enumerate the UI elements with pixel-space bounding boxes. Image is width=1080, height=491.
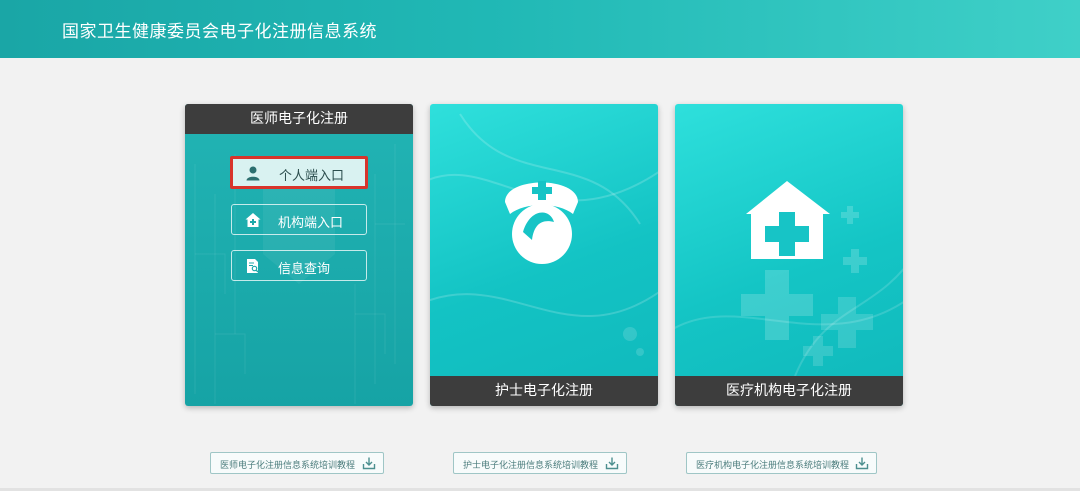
nurse-card-title: 护士电子化注册 [430,376,658,406]
doctor-tutorial-download-button[interactable]: 医师电子化注册信息系统培训教程 [210,452,384,474]
doctor-card-title: 医师电子化注册 [185,104,413,134]
personal-entry-button[interactable]: 个人端入口 [230,156,368,189]
info-query-label: 信息查询 [278,262,331,277]
institution-tutorial-label: 医疗机构电子化注册信息系统培训教程 [696,461,850,471]
info-query-button[interactable]: 信息查询 [231,250,367,281]
app-header: 国家卫生健康委员会电子化注册信息系统 [0,0,1080,58]
person-icon [246,166,260,181]
download-icon [855,457,869,470]
nurse-illustration [430,113,658,356]
house-icon [245,213,261,227]
institution-entry-label: 机构端入口 [278,216,344,231]
nurse-registration-card[interactable]: 护士电子化注册 [430,104,658,406]
hospital-illustration [675,181,903,376]
personal-entry-label: 个人端入口 [279,169,345,184]
institution-card-title: 医疗机构电子化注册 [675,376,903,406]
nurse-tutorial-label: 护士电子化注册信息系统培训教程 [463,461,599,471]
search-document-icon [247,259,259,273]
institution-entry-button[interactable]: 机构端入口 [231,204,367,235]
nurse-cap-icon [505,181,578,264]
doctor-registration-card: 医师电子化注册 个人端入口 机构端入口 信息查询 [185,104,413,406]
institution-tutorial-download-button[interactable]: 医疗机构电子化注册信息系统培训教程 [686,452,877,474]
download-icon [605,457,619,470]
download-icon [362,457,376,470]
doctor-tutorial-label: 医师电子化注册信息系统培训教程 [220,461,356,471]
institution-registration-card[interactable]: 医疗机构电子化注册 [675,104,903,406]
hospital-house-icon [746,181,830,259]
nurse-tutorial-download-button[interactable]: 护士电子化注册信息系统培训教程 [453,452,627,474]
app-title: 国家卫生健康委员会电子化注册信息系统 [62,22,377,42]
